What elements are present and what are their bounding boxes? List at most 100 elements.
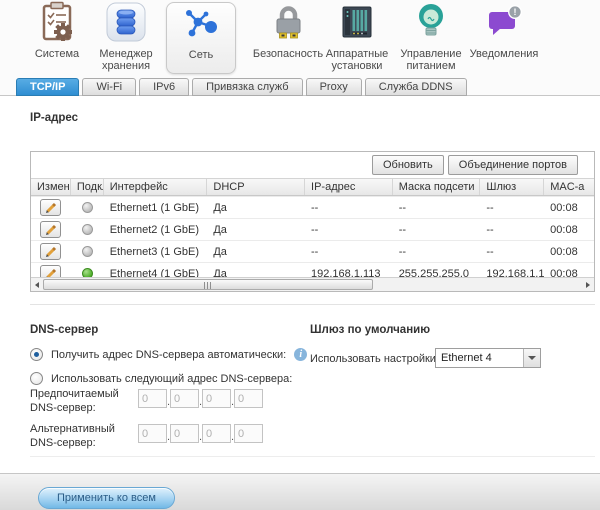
nav-item-notifications[interactable]: ! Уведомления [462,0,546,78]
nav-label-storage-1: Менеджер [86,48,166,60]
secondary-dns-label-line1: Альтернативный [30,422,135,436]
cell-dhcp: Да [207,202,305,214]
cell-dhcp: Да [207,246,305,258]
tab-proxy[interactable]: Proxy [306,78,362,96]
col-ip: IP-адрес [305,179,393,195]
secondary-dns-octet-2[interactable] [170,424,199,443]
cell-mask: -- [393,246,481,258]
tab-tcpip[interactable]: TCP/IP [16,78,79,96]
status-dot-disconnected [82,246,93,257]
scrollbar-thumb[interactable] [43,279,373,290]
cell-interface: Ethernet1 (1 GbE) [104,202,208,214]
col-status: Подкл... [71,179,104,195]
info-icon[interactable]: i [294,348,307,361]
cell-dhcp: Да [207,224,305,236]
refresh-button[interactable]: Обновить [372,155,444,175]
edit-button[interactable] [40,199,61,216]
ip-section-title: IP-адрес [30,112,78,124]
dns-auto-option: Получить адрес DNS-сервера автоматически… [30,348,307,361]
secondary-dns-inputs: . . . [138,424,263,443]
cell-mac: 00:08 [544,246,594,258]
nav-item-storage-manager[interactable]: Менеджер хранения [86,0,166,78]
primary-dns-inputs: . . . [138,389,263,408]
notification-badge-glyph: ! [514,7,517,17]
cell-interface: Ethernet2 (1 GbE) [104,224,208,236]
col-gateway: Шлюз [480,179,544,195]
edit-button[interactable] [40,221,61,238]
cell-gateway: -- [480,224,544,236]
status-dot-disconnected [82,224,93,235]
dns-manual-option: Использовать следующий адрес DNS-сервера… [30,372,292,385]
table-toolbar: Обновить Объединение портов [31,152,594,178]
table-row: Ethernet3 (1 GbE) Да -- -- -- 00:08 [31,240,594,262]
primary-dns-octet-1[interactable] [138,389,167,408]
col-mac: MAC-а [544,179,594,195]
nav-label-network: Сеть [167,49,235,61]
cell-ip: -- [305,224,393,236]
bottom-divider [30,456,595,457]
scrollbar-grip [204,282,212,289]
cell-mac: 00:08 [544,202,594,214]
col-mask: Маска подсети [393,179,481,195]
table-row: Ethernet1 (1 GbE) Да -- -- -- 00:08 [31,196,594,218]
secondary-dns-octet-3[interactable] [202,424,231,443]
nav-label-notifications: Уведомления [462,48,546,60]
port-trunking-button[interactable]: Объединение портов [448,155,578,175]
table-header-row: Измен... Подкл... Интерфейс DHCP IP-адре… [31,178,594,196]
dns-auto-label: Получить адрес DNS-сервера автоматически… [51,349,286,361]
nav-label-storage-2: хранения [86,60,166,72]
secondary-dns-label-line2: DNS-сервер: [30,436,135,450]
footer-bar: Применить ко всем [0,473,600,510]
tcpip-panel: IP-адрес Обновить Объединение портов Изм… [0,95,600,473]
horizontal-scrollbar[interactable] [31,277,594,291]
secondary-dns-octet-4[interactable] [234,424,263,443]
scroll-left-arrow[interactable] [31,278,43,291]
dns-auto-radio[interactable] [30,348,43,361]
nav-item-network-selected[interactable]: Сеть [166,2,236,74]
nav-label-system: Система [17,48,97,60]
nav-item-system[interactable]: Система [17,0,97,78]
tab-ddns[interactable]: Служба DDNS [365,78,467,96]
cell-mac: 00:08 [544,224,594,236]
cell-gateway: -- [480,246,544,258]
cell-ip: -- [305,202,393,214]
primary-dns-label-line2: DNS-сервер: [30,401,135,415]
gateway-section-title: Шлюз по умолчанию [310,324,430,336]
gateway-interface-select[interactable]: Ethernet 4 [435,348,541,368]
primary-dns-octet-4[interactable] [234,389,263,408]
top-navigation: Система [0,0,600,78]
secondary-dns-octet-1[interactable] [138,424,167,443]
apply-to-all-button[interactable]: Применить ко всем [38,487,175,509]
gateway-selected-value: Ethernet 4 [436,352,523,364]
tab-wifi[interactable]: Wi-Fi [82,78,136,96]
section-divider [30,304,595,305]
cell-mask: -- [393,202,481,214]
dns-section-title: DNS-сервер [30,324,98,336]
gateway-select-label: Использовать настройки с: [310,353,448,365]
network-icon [182,7,220,46]
notifications-icon: ! [484,4,524,45]
primary-dns-label-line1: Предпочитаемый [30,387,135,401]
primary-dns-octet-2[interactable] [170,389,199,408]
edit-button[interactable] [40,243,61,260]
col-dhcp: DHCP [207,179,305,195]
power-bulb-icon [414,2,448,47]
security-lock-icon [271,3,305,46]
tab-service-binding[interactable]: Привязка служб [192,78,302,96]
dns-manual-label: Использовать следующий адрес DNS-сервера… [51,373,292,385]
control-panel-network-page: Система [0,0,600,510]
cell-ip: -- [305,246,393,258]
scroll-right-arrow[interactable] [582,278,594,291]
secondary-dns-label: Альтернативный DNS-сервер: [30,422,135,450]
tab-ipv6[interactable]: IPv6 [139,78,189,96]
dns-manual-radio[interactable] [30,372,43,385]
system-icon [39,1,75,48]
hardware-rack-icon [339,4,375,45]
settings-tabs: TCP/IP Wi-Fi IPv6 Привязка служб Proxy С… [16,78,467,96]
primary-dns-octet-3[interactable] [202,389,231,408]
storage-manager-icon [106,2,146,47]
col-edit: Измен... [31,179,71,195]
cell-mask: -- [393,224,481,236]
col-interface: Интерфейс [104,179,208,195]
chevron-down-icon[interactable] [523,349,540,367]
